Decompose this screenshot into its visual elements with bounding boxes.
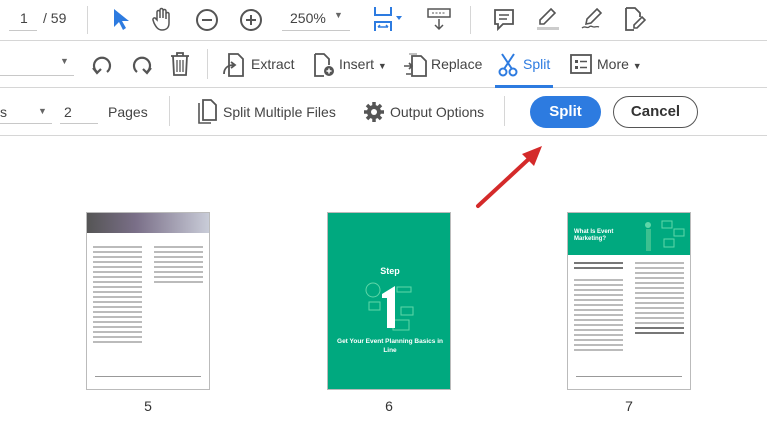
gear-icon[interactable] xyxy=(363,101,385,123)
extract-button[interactable]: Extract xyxy=(251,56,295,72)
chevron-down-icon: ▼ xyxy=(377,61,387,71)
page-count-input[interactable]: 2 xyxy=(64,104,72,120)
page-heading: What Is Event Marketing? xyxy=(574,229,614,242)
more-options-icon[interactable] xyxy=(569,53,593,75)
scroll-mode-icon[interactable] xyxy=(426,6,452,32)
step-one-graphic xyxy=(365,282,414,331)
select-cursor-icon[interactable] xyxy=(110,7,132,31)
page-number-input[interactable]: 1 xyxy=(20,10,28,26)
pages-label: Pages xyxy=(108,104,148,120)
page-thumbnail-5[interactable] xyxy=(86,212,210,390)
red-arrow-annotation xyxy=(476,146,542,208)
insert-label: Insert xyxy=(339,56,375,72)
highlight-icon[interactable] xyxy=(534,6,560,32)
insert-icon[interactable] xyxy=(312,52,336,78)
zoom-out-icon[interactable] xyxy=(195,8,219,32)
cover-step-text: Step xyxy=(380,266,400,276)
chevron-down-icon[interactable]: ▼ xyxy=(38,106,47,116)
split-by-dropdown[interactable]: s xyxy=(0,104,7,120)
redo-icon[interactable] xyxy=(130,52,154,76)
extract-icon[interactable] xyxy=(222,52,246,78)
top-toolbar: 1 / 59 250% ▼ xyxy=(0,0,767,41)
replace-button[interactable]: Replace xyxy=(431,56,482,72)
more-label: More xyxy=(597,56,629,72)
page-thumbnail-7[interactable]: What Is Event Marketing? xyxy=(567,212,691,390)
delete-icon[interactable] xyxy=(169,51,191,77)
comment-icon[interactable] xyxy=(492,7,516,33)
zoom-in-icon[interactable] xyxy=(239,8,263,32)
chevron-down-icon[interactable]: ▼ xyxy=(60,56,69,66)
sign-icon[interactable] xyxy=(579,6,607,32)
scissors-icon[interactable] xyxy=(497,52,519,78)
cancel-button[interactable]: Cancel xyxy=(613,96,698,128)
chevron-down-icon: ▼ xyxy=(632,61,642,71)
illustration xyxy=(645,220,685,251)
split-tab[interactable]: Split xyxy=(523,56,550,72)
split-button[interactable]: Split xyxy=(530,96,601,128)
edit-document-icon[interactable] xyxy=(622,6,648,34)
cover-title: Get Your Event Planning Basics in Line xyxy=(337,338,443,354)
output-options-button[interactable]: Output Options xyxy=(390,104,484,120)
multiple-files-icon[interactable] xyxy=(196,99,218,125)
chevron-down-icon[interactable]: ▼ xyxy=(334,10,343,20)
split-multiple-files-button[interactable]: Split Multiple Files xyxy=(223,104,336,120)
replace-icon[interactable] xyxy=(402,52,428,78)
organize-toolbar: ▼ Extract Insert ▼ Replace Split More ▼ xyxy=(0,41,767,88)
page-number-label: 7 xyxy=(625,398,633,414)
undo-icon[interactable] xyxy=(90,52,114,76)
page-number-label: 5 xyxy=(144,398,152,414)
hand-tool-icon[interactable] xyxy=(150,6,174,32)
more-button[interactable]: More ▼ xyxy=(597,56,642,72)
fit-page-icon[interactable] xyxy=(372,5,408,33)
page-total: / 59 xyxy=(43,10,67,26)
page-number-label: 6 xyxy=(385,398,393,414)
insert-button[interactable]: Insert ▼ xyxy=(339,56,387,72)
page-thumbnail-6[interactable]: Step Get Your Event Planning Basics in L… xyxy=(327,212,451,390)
zoom-level[interactable]: 250% xyxy=(290,10,326,26)
